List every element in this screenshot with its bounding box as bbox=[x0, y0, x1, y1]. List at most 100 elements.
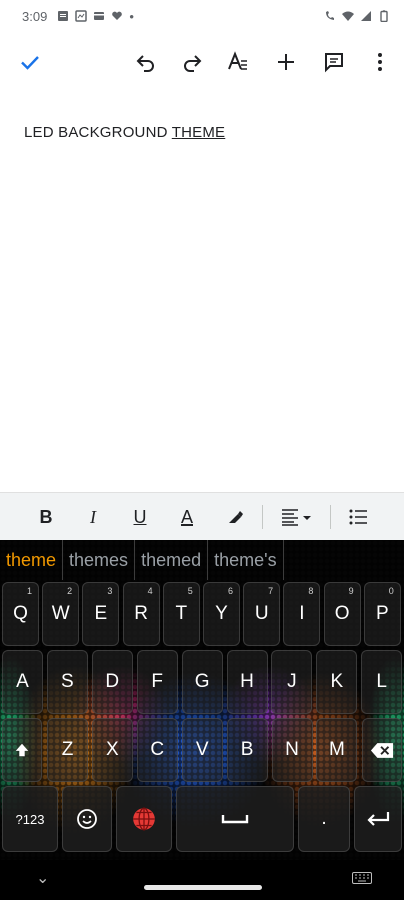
key-label: I bbox=[299, 603, 305, 624]
key-i[interactable]: I8 bbox=[283, 582, 321, 646]
key-label: S bbox=[61, 671, 74, 692]
key-c[interactable]: C bbox=[136, 718, 178, 782]
signal-icon bbox=[361, 11, 371, 21]
suggestion-item[interactable]: theme's bbox=[208, 540, 284, 580]
key-g[interactable]: G bbox=[181, 650, 223, 714]
wifi-icon bbox=[342, 11, 354, 21]
key-label: V bbox=[195, 739, 209, 760]
key-y[interactable]: Y6 bbox=[203, 582, 240, 646]
key-h[interactable]: H bbox=[226, 650, 268, 714]
notification-card-icon bbox=[94, 12, 105, 20]
notification-heart-icon bbox=[112, 11, 123, 20]
status-more-dot: • bbox=[129, 8, 134, 24]
enter-key[interactable] bbox=[354, 786, 402, 852]
key-label: U bbox=[254, 603, 269, 624]
key-p[interactable]: P0 bbox=[363, 582, 401, 646]
period-key[interactable]: . bbox=[298, 786, 350, 852]
bold-button[interactable]: B bbox=[31, 503, 61, 531]
suggestion-item[interactable]: themes bbox=[63, 540, 136, 580]
format-bar: B I U A bbox=[0, 492, 404, 540]
shift-key[interactable] bbox=[2, 718, 42, 782]
navigation-bar: ⌄ bbox=[0, 860, 404, 900]
suggestion-item[interactable]: theme bbox=[0, 540, 64, 580]
italic-button[interactable]: I bbox=[78, 503, 108, 531]
key-label: N bbox=[285, 739, 299, 760]
plus-icon[interactable] bbox=[270, 46, 302, 78]
key-hint: 0 bbox=[388, 586, 394, 596]
key-v[interactable]: V bbox=[181, 718, 223, 782]
key-w[interactable]: W2 bbox=[42, 582, 80, 646]
key-k[interactable]: K bbox=[316, 650, 358, 714]
backspace-icon bbox=[370, 742, 394, 758]
symbols-key[interactable]: ?123 bbox=[2, 786, 58, 852]
text-color-button[interactable]: A bbox=[172, 503, 202, 531]
globe-icon bbox=[133, 807, 155, 831]
key-s[interactable]: S bbox=[46, 650, 88, 714]
key-label: K bbox=[330, 671, 344, 692]
key-hint: 7 bbox=[268, 586, 274, 596]
home-handle[interactable] bbox=[144, 885, 262, 890]
docs-toolbar bbox=[0, 42, 404, 82]
key-u[interactable]: U7 bbox=[243, 582, 281, 646]
highlight-icon[interactable] bbox=[220, 503, 250, 531]
status-bar: 3:09 • bbox=[0, 0, 404, 32]
key-hint: 5 bbox=[187, 586, 193, 596]
emoji-key[interactable] bbox=[62, 786, 112, 852]
text-format-icon[interactable] bbox=[222, 46, 254, 78]
key-label: M bbox=[328, 739, 345, 760]
key-label: H bbox=[240, 671, 254, 692]
document-text: LED BACKGROUND bbox=[24, 124, 172, 141]
key-label: J bbox=[287, 671, 297, 692]
keyboard: theme themes themed theme's ?123 . Q1W2E… bbox=[0, 540, 404, 860]
key-o[interactable]: O9 bbox=[323, 582, 361, 646]
hide-keyboard-icon[interactable]: ⌄ bbox=[36, 868, 49, 888]
keyboard-switch-icon[interactable] bbox=[352, 872, 372, 884]
key-e[interactable]: E3 bbox=[82, 582, 120, 646]
space-key[interactable] bbox=[176, 786, 294, 852]
key-label: T bbox=[175, 603, 188, 624]
key-m[interactable]: M bbox=[316, 718, 358, 782]
align-icon[interactable] bbox=[276, 503, 316, 531]
key-j[interactable]: J bbox=[271, 650, 313, 714]
backspace-key[interactable] bbox=[362, 718, 402, 782]
key-r[interactable]: R4 bbox=[122, 582, 160, 646]
key-label: P bbox=[375, 603, 389, 624]
undo-icon[interactable] bbox=[130, 46, 162, 78]
key-x[interactable]: X bbox=[91, 718, 133, 782]
enter-icon bbox=[367, 812, 390, 826]
key-a[interactable]: A bbox=[2, 650, 43, 714]
shift-icon bbox=[15, 743, 29, 757]
redo-icon[interactable] bbox=[176, 46, 208, 78]
key-z[interactable]: Z bbox=[47, 718, 88, 782]
key-label: X bbox=[106, 739, 119, 760]
key-label: G bbox=[194, 671, 210, 692]
key-hint: 3 bbox=[107, 586, 113, 596]
key-hint: 2 bbox=[67, 586, 73, 596]
notification-doc-icon bbox=[58, 11, 69, 21]
language-key[interactable] bbox=[116, 786, 172, 852]
key-hint: 4 bbox=[147, 586, 153, 596]
key-l[interactable]: L bbox=[361, 650, 403, 714]
key-n[interactable]: N bbox=[271, 718, 313, 782]
notification-image-icon bbox=[75, 10, 88, 22]
key-b[interactable]: B bbox=[226, 718, 268, 782]
check-icon[interactable] bbox=[14, 46, 46, 78]
suggestion-strip: theme themes themed theme's bbox=[0, 540, 404, 580]
comment-icon[interactable] bbox=[318, 46, 350, 78]
battery-icon bbox=[380, 10, 388, 22]
more-vert-icon[interactable] bbox=[364, 46, 396, 78]
key-label: L bbox=[376, 671, 387, 692]
key-hint: 8 bbox=[308, 586, 314, 596]
key-f[interactable]: F bbox=[136, 650, 178, 714]
key-label: Z bbox=[61, 739, 74, 760]
key-q[interactable]: Q1 bbox=[2, 582, 39, 646]
key-label: D bbox=[105, 671, 120, 692]
key-label: F bbox=[151, 671, 163, 692]
key-t[interactable]: T5 bbox=[162, 582, 200, 646]
underline-button[interactable]: U bbox=[125, 503, 155, 531]
suggestion-item[interactable]: themed bbox=[135, 540, 209, 580]
document-body[interactable]: LED BACKGROUND THEME bbox=[24, 124, 225, 141]
key-label: E bbox=[94, 603, 108, 624]
key-d[interactable]: D bbox=[91, 650, 133, 714]
bulleted-list-icon[interactable] bbox=[343, 503, 373, 531]
